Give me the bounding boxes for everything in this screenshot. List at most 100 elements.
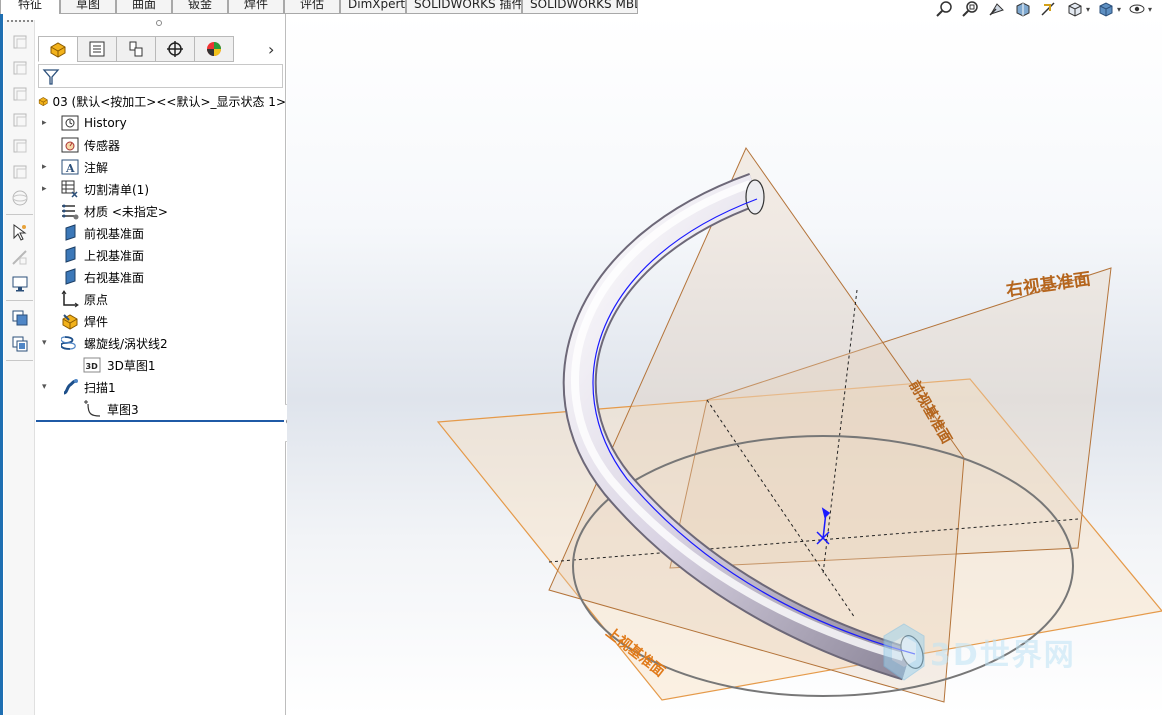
tree-item-cut-list[interactable]: ▸ 切割清单(1) bbox=[36, 178, 286, 200]
tree-item-top-plane[interactable]: 上视基准面 bbox=[36, 244, 286, 266]
feature-tree: ▸ History 传感器 ▸ A 注解 ▸ 切割清单(1) 材质 <未指定> … bbox=[36, 112, 286, 420]
tree-item-annotations[interactable]: ▸ A 注解 bbox=[36, 156, 286, 178]
sphere-view-icon[interactable] bbox=[10, 188, 30, 208]
zoom-to-area-icon[interactable] bbox=[961, 0, 981, 18]
section-view-icon[interactable] bbox=[1013, 0, 1033, 18]
tree-item-history[interactable]: ▸ History bbox=[36, 112, 286, 134]
tree-item-label: 螺旋线/涡状线2 bbox=[84, 336, 168, 351]
tube-end-top bbox=[745, 179, 765, 215]
copy-appearance-icon[interactable] bbox=[10, 308, 30, 328]
view-orientation-icon[interactable] bbox=[1065, 0, 1085, 18]
tree-item-material[interactable]: 材质 <未指定> bbox=[36, 200, 286, 222]
display-manager-tab-icon[interactable] bbox=[194, 36, 234, 62]
previous-view-icon[interactable] bbox=[987, 0, 1007, 18]
select-cursor-icon[interactable] bbox=[10, 222, 30, 242]
filter-icon bbox=[42, 69, 60, 85]
feature-manager-tab-icon[interactable] bbox=[38, 36, 78, 62]
plane-icon bbox=[61, 268, 79, 286]
tree-item-label: 焊件 bbox=[84, 314, 109, 329]
view-orientation-dropdown-icon[interactable]: ▾ bbox=[1086, 5, 1090, 14]
helix-icon bbox=[60, 334, 79, 352]
hide-show-items-icon[interactable] bbox=[1127, 0, 1147, 18]
box-view-icon[interactable] bbox=[10, 58, 30, 78]
tab-solidworks-mbd[interactable]: SOLIDWORKS MBD bbox=[522, 0, 638, 14]
sketch-icon bbox=[83, 400, 101, 418]
tab-sheet-metal[interactable]: 钣金 bbox=[172, 0, 228, 14]
tree-item-label: 右视基准面 bbox=[84, 270, 145, 285]
history-icon bbox=[61, 114, 79, 132]
tab-evaluate[interactable]: 评估 bbox=[284, 0, 340, 14]
tab-weldments[interactable]: 焊件 bbox=[228, 0, 284, 14]
tree-item-label: 传感器 bbox=[84, 138, 121, 153]
tree-item-sweep[interactable]: ▾ 扫描1 bbox=[36, 376, 286, 398]
tree-item-label: 切割清单(1) bbox=[84, 182, 149, 197]
rollback-bar[interactable] bbox=[36, 420, 284, 422]
tab-dimxpert[interactable]: DimXpert bbox=[340, 0, 406, 14]
panel-splitter-handle[interactable] bbox=[156, 20, 162, 26]
tree-item-label: 草图3 bbox=[107, 402, 139, 417]
display-style-icon[interactable] bbox=[1096, 0, 1116, 18]
graphics-area[interactable]: 右视基准面 前视基准面 上视基准面 3D世界网 bbox=[287, 14, 1162, 715]
plane-icon bbox=[61, 224, 79, 242]
hide-show-dropdown-icon[interactable]: ▾ bbox=[1148, 5, 1152, 14]
collapse-arrow-icon[interactable]: ▾ bbox=[42, 338, 52, 348]
tree-item-3d-sketch[interactable]: 3D 3D草图1 bbox=[36, 354, 286, 376]
zoom-to-fit-icon[interactable] bbox=[935, 0, 955, 18]
material-icon bbox=[61, 202, 79, 220]
tree-item-label: 扫描1 bbox=[84, 380, 116, 395]
tree-item-label: 材质 <未指定> bbox=[84, 204, 168, 219]
part-icon bbox=[38, 97, 48, 106]
column-grip[interactable] bbox=[7, 20, 33, 24]
configuration-manager-tab-icon[interactable] bbox=[116, 36, 156, 62]
tree-item-label: 3D草图1 bbox=[107, 358, 156, 373]
command-manager-tabs: 特征 草图 曲面 钣金 焊件 评估 DimXpert SOLIDWORKS 插件… bbox=[0, 0, 638, 14]
sweep-icon bbox=[61, 378, 79, 396]
manager-tabs bbox=[38, 36, 234, 62]
more-tabs-chevron-icon[interactable]: › bbox=[268, 40, 274, 59]
tree-item-label: 前视基准面 bbox=[84, 226, 145, 241]
tree-item-label: 上视基准面 bbox=[84, 248, 145, 263]
measure-icon[interactable] bbox=[10, 248, 30, 268]
property-manager-tab-icon[interactable] bbox=[77, 36, 117, 62]
tree-item-front-plane[interactable]: 前视基准面 bbox=[36, 222, 286, 244]
origin-icon bbox=[61, 290, 79, 308]
dimxpert-manager-tab-icon[interactable] bbox=[155, 36, 195, 62]
tree-item-label: History bbox=[84, 116, 127, 130]
tree-item-weldment[interactable]: 焊件 bbox=[36, 310, 286, 332]
tab-sketch[interactable]: 草图 bbox=[60, 0, 116, 14]
part-root-label: 03 (默认<按加工><<默认>_显示状态 1> bbox=[52, 94, 286, 109]
watermark-logo-icon bbox=[883, 623, 925, 681]
watermark-text: 3D世界网 bbox=[930, 638, 1076, 673]
collapse-arrow-icon[interactable]: ▾ bbox=[42, 382, 52, 392]
box-view-4-icon[interactable] bbox=[10, 136, 30, 156]
part-root-node[interactable]: 03 (默认<按加工><<默认>_显示状态 1> bbox=[38, 92, 286, 110]
dynamic-annotation-icon[interactable] bbox=[1039, 0, 1059, 18]
solidworks-window: 特征 草图 曲面 钣金 焊件 评估 DimXpert SOLIDWORKS 插件… bbox=[0, 0, 1162, 715]
paste-appearance-icon[interactable] bbox=[10, 334, 30, 354]
tree-item-origin[interactable]: 原点 bbox=[36, 288, 286, 310]
expand-arrow-icon[interactable]: ▸ bbox=[42, 118, 52, 128]
tab-solidworks-addins[interactable]: SOLIDWORKS 插件 bbox=[406, 0, 522, 14]
tree-item-helix[interactable]: ▾ 螺旋线/涡状线2 bbox=[36, 332, 286, 354]
sketch3d-icon: 3D bbox=[83, 356, 101, 374]
tree-item-sketch3[interactable]: 草图3 bbox=[36, 398, 286, 420]
svg-text:A: A bbox=[65, 162, 75, 175]
expand-arrow-icon[interactable]: ▸ bbox=[42, 162, 52, 172]
box-view-3-icon[interactable] bbox=[10, 110, 30, 130]
box-view-5-icon[interactable] bbox=[10, 162, 30, 182]
tab-features[interactable]: 特征 bbox=[0, 0, 60, 14]
display-style-dropdown-icon[interactable]: ▾ bbox=[1117, 5, 1121, 14]
column-separator-3 bbox=[6, 360, 33, 361]
box-view-2-icon[interactable] bbox=[10, 84, 30, 104]
tree-item-sensors[interactable]: 传感器 bbox=[36, 134, 286, 156]
tree-item-right-plane[interactable]: 右视基准面 bbox=[36, 266, 286, 288]
tree-item-label: 注解 bbox=[84, 160, 109, 175]
tree-filter-input[interactable] bbox=[38, 64, 283, 88]
expand-arrow-icon[interactable]: ▸ bbox=[42, 184, 52, 194]
tab-surfaces[interactable]: 曲面 bbox=[116, 0, 172, 14]
screen-capture-icon[interactable] bbox=[10, 274, 30, 294]
plane-view-icon[interactable] bbox=[10, 32, 30, 52]
svg-text:3D: 3D bbox=[86, 362, 99, 371]
weldment-icon bbox=[61, 312, 79, 330]
view-icon-column bbox=[4, 20, 35, 715]
